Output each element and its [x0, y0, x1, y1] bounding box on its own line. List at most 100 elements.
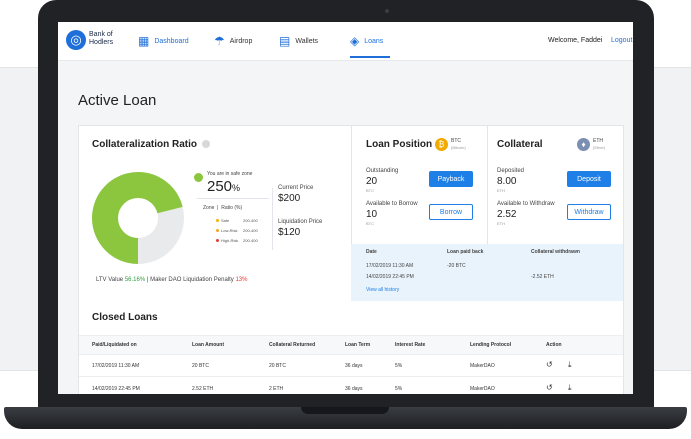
btc-name: (Bitcoin): [451, 145, 466, 150]
zone-name: Safe: [221, 218, 230, 223]
column-header: Lending Protocol: [470, 342, 512, 348]
collateral-donut-chart: [92, 172, 184, 264]
history-row-date: 17/02/2019 11:30 AM: [366, 263, 414, 269]
cell-interest-rate: 5%: [395, 386, 403, 392]
deposit-button[interactable]: Deposit: [567, 171, 611, 187]
brand-line-1: Bank of: [89, 31, 113, 38]
cell-date: 17/02/2019 11:30 AM: [92, 363, 140, 369]
cell-loan-term: 36 days: [345, 386, 363, 392]
ratio-number: 250: [207, 178, 233, 195]
collateralization-title: Collateralization Ratio: [92, 139, 210, 150]
dashboard-icon: ▦: [138, 34, 150, 48]
outstanding-label: Outstanding: [366, 168, 399, 174]
zone-range: 200-400: [243, 218, 258, 223]
ratio-header: Ratio (%): [221, 205, 243, 211]
column-header: Loan Term: [345, 342, 371, 348]
history-header-withdrawn: Collateral withdrawn: [531, 249, 580, 255]
zone-name: High-Risk: [221, 238, 239, 243]
available-borrow-unit: BTC: [366, 221, 374, 226]
info-icon[interactable]: [201, 140, 210, 149]
nav-item-dashboard[interactable]: ▦ Dashboard: [138, 33, 189, 49]
zone-row-high-risk: High-Risk 200-400: [216, 238, 258, 243]
zone-header: Zone: [203, 205, 215, 211]
cell-loan-amount: 2.52 ETH: [192, 386, 214, 392]
zone-dot: [216, 239, 219, 243]
top-nav: ◎ Bank of Hodlers ▦ Dashboard ☂ Airdrop …: [58, 22, 633, 61]
zone-row-low-risk: Low-Risk 200-400: [216, 228, 258, 233]
download-icon[interactable]: ⤓: [568, 360, 572, 370]
laptop-screen: ◎ Bank of Hodlers ▦ Dashboard ☂ Airdrop …: [58, 22, 633, 394]
nav-label-airdrop: Airdrop: [229, 37, 253, 45]
outstanding-value: 20: [366, 176, 378, 187]
collateralization-title-text: Collateralization Ratio: [92, 139, 198, 150]
cell-loan-term: 36 days: [345, 363, 363, 369]
airdrop-icon: ☂: [214, 34, 225, 48]
withdraw-button[interactable]: Withdraw: [567, 204, 611, 220]
cell-interest-rate: 5%: [395, 363, 403, 369]
nav-item-wallets[interactable]: ▤ Wallets: [279, 33, 318, 49]
ltv-value: 56.16%: [124, 277, 146, 283]
card-divider-2: [487, 126, 488, 244]
safe-zone-dot: [194, 173, 203, 182]
current-price-value: $200: [278, 193, 301, 204]
active-loan-card: Collateralization Ratio You are in safe …: [78, 125, 624, 303]
closed-loans-title: Closed Loans: [92, 312, 158, 323]
outstanding-unit: BTC: [366, 188, 374, 193]
liquidation-price-value: $120: [278, 227, 301, 238]
available-borrow-label: Available to Borrow: [366, 201, 418, 207]
view-all-history-link[interactable]: View all history: [366, 287, 399, 293]
zone-table-header: Zone | Ratio (%): [203, 205, 243, 211]
laptop-notch: [301, 407, 389, 414]
brand-line-2: Hodlers: [89, 39, 114, 46]
history-icon[interactable]: ↺: [546, 383, 553, 392]
nav-label-wallets: Wallets: [295, 37, 319, 45]
zone-range: 200-400: [243, 228, 258, 233]
zone-name: Low-Risk: [221, 228, 238, 233]
page-title: Active Loan: [78, 92, 157, 109]
cell-protocol: MakerDAO: [470, 363, 495, 369]
logout-link[interactable]: Logout: [611, 37, 632, 44]
zone-range: 200-400: [243, 238, 258, 243]
nav-item-loans[interactable]: ◈ Loans: [350, 33, 383, 49]
eth-name: (Ether): [593, 145, 606, 150]
cell-collateral-returned: 2 ETH: [269, 386, 284, 392]
globe-logo-icon[interactable]: ◎: [66, 30, 86, 50]
camera: [385, 9, 389, 13]
penalty-label: | Maker DAO Liquidation Penalty: [146, 277, 234, 283]
history-header-paid: Loan paid back: [447, 249, 484, 255]
eth-symbol: ETH: [593, 138, 603, 144]
brand-name[interactable]: Bank of Hodlers: [89, 31, 129, 47]
deposited-label: Deposited: [497, 168, 525, 174]
history-icon[interactable]: ↺: [546, 360, 553, 369]
closed-loans-card: Closed Loans Paid/Liquidated on Loan Amo…: [78, 301, 624, 394]
ratio-value: 250%: [207, 178, 240, 195]
available-withdraw-value: 2.52: [497, 209, 517, 220]
nav-item-airdrop[interactable]: ☂ Airdrop: [214, 33, 252, 49]
zone-dot: [216, 219, 219, 223]
btc-symbol: BTC: [451, 138, 461, 144]
available-withdraw-label: Available to Withdraw: [497, 201, 555, 207]
download-icon[interactable]: ⤓: [568, 383, 572, 393]
history-row-date: 14/02/2019 22:45 PM: [366, 274, 414, 280]
cell-collateral-returned: 20 BTC: [269, 363, 286, 369]
deposited-value: 8.00: [497, 176, 517, 187]
penalty-value: 13%: [235, 277, 248, 283]
column-header: Interest Rate: [395, 342, 426, 348]
history-header-date: Date: [366, 249, 377, 255]
closed-loans-header: Paid/Liquidated on Loan Amount Collatera…: [79, 335, 623, 355]
loans-icon: ◈: [350, 34, 360, 48]
column-header: Action: [546, 342, 562, 348]
history-row-paid: -20 BTC: [447, 263, 466, 269]
welcome-text: Welcome, Faddei: [548, 37, 603, 44]
payback-button[interactable]: Payback: [429, 171, 473, 187]
available-borrow-value: 10: [366, 209, 378, 220]
wallet-icon: ▤: [279, 34, 291, 48]
available-withdraw-unit: ETH: [497, 221, 505, 226]
cell-date: 14/02/2019 22:45 PM: [92, 386, 140, 392]
zone-row-safe: Safe 200-400: [216, 218, 258, 223]
column-header: Collateral Returned: [269, 342, 316, 348]
liquidation-price-label: Liquidation Price: [278, 219, 323, 225]
loan-history-panel: Date Loan paid back Collateral withdrawn…: [351, 244, 623, 302]
borrow-button[interactable]: Borrow: [429, 204, 473, 220]
history-row-withdrawn: -2.52 ETH: [531, 274, 554, 280]
